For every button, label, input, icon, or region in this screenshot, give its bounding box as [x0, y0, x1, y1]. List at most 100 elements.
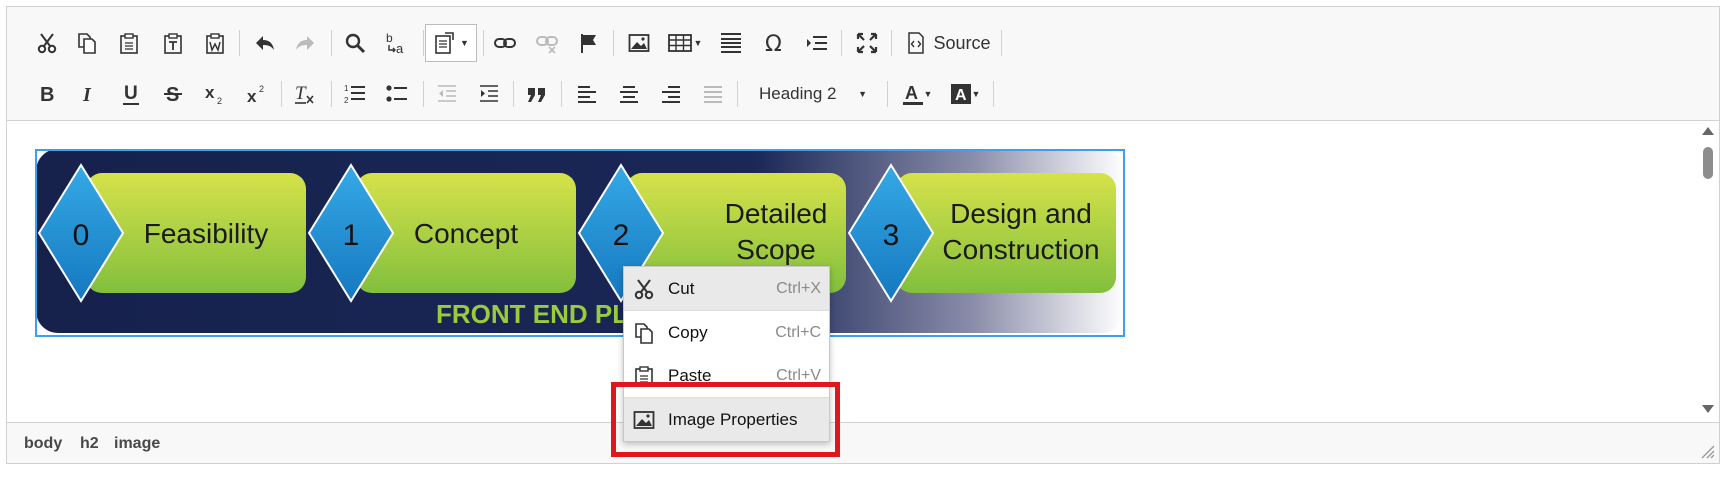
path-item-image[interactable]: image: [114, 435, 160, 453]
align-justify-icon: [704, 86, 722, 103]
align-left-button[interactable]: [569, 76, 605, 112]
copy-button[interactable]: [69, 25, 105, 61]
subscript-icon: x2: [205, 83, 222, 105]
svg-text:a: a: [396, 41, 404, 55]
maximize-icon: [856, 32, 878, 54]
format-dropdown[interactable]: Heading 2 ▼: [747, 76, 877, 112]
page-break-icon: [807, 36, 827, 50]
bulleted-list-icon: [386, 85, 407, 102]
toolbar-separator: [423, 81, 424, 107]
templates-dropdown-button[interactable]: ▼: [425, 24, 477, 62]
omega-icon: Ω: [765, 32, 782, 55]
superscript-button[interactable]: x2: [239, 76, 275, 112]
vertical-scrollbar[interactable]: [1697, 121, 1719, 421]
scroll-down-arrow-icon[interactable]: [1702, 405, 1714, 413]
template-icon: [435, 32, 454, 54]
source-icon: [908, 32, 925, 54]
bold-button[interactable]: B: [29, 76, 65, 112]
special-char-button[interactable]: Ω: [757, 25, 793, 61]
context-menu-copy[interactable]: Copy Ctrl+C: [624, 310, 829, 354]
link-button[interactable]: [487, 25, 523, 61]
align-left-icon: [578, 86, 596, 103]
undo-icon: [256, 36, 274, 50]
paste-button[interactable]: [111, 25, 147, 61]
svg-text:Ω: Ω: [765, 32, 782, 55]
bulleted-list-button[interactable]: [379, 76, 415, 112]
image-button[interactable]: [621, 25, 657, 61]
svg-text:U: U: [124, 83, 138, 104]
context-menu-copy-shortcut: Ctrl+C: [775, 323, 821, 341]
source-label: Source: [933, 32, 991, 53]
svg-text:B: B: [40, 84, 54, 105]
indent-button[interactable]: [471, 76, 507, 112]
svg-text:2: 2: [344, 96, 349, 105]
align-right-icon: [662, 86, 680, 103]
flag-icon: [581, 34, 596, 53]
path-item-h2[interactable]: h2: [80, 435, 99, 453]
highlight-annotation-box: [611, 382, 840, 457]
strikethrough-icon: S: [164, 84, 182, 105]
editor-toolbar: ba ▼ ▼ Ω Source B I U S x 2 x 2 T 1 2 He…: [7, 7, 1719, 121]
blockquote-button[interactable]: [519, 76, 555, 112]
subscript-button[interactable]: x2: [197, 76, 233, 112]
horizontal-rule-button[interactable]: [713, 25, 749, 61]
toolbar-separator: [561, 81, 562, 107]
paste-word-button[interactable]: [197, 25, 233, 61]
replace-icon: ba: [386, 31, 404, 55]
toolbar-separator: [993, 81, 994, 107]
maximize-button[interactable]: [849, 25, 885, 61]
svg-text:x: x: [205, 83, 215, 102]
scrollbar-thumb[interactable]: [1703, 147, 1713, 179]
quote-icon: [528, 88, 545, 102]
toolbar-separator: [513, 81, 514, 107]
scroll-up-arrow-icon[interactable]: [1702, 127, 1714, 135]
unlink-button[interactable]: [529, 25, 565, 61]
svg-text:1: 1: [344, 84, 349, 93]
link-icon: [494, 38, 516, 48]
align-right-button[interactable]: [653, 76, 689, 112]
image-icon: [628, 34, 650, 52]
table-button[interactable]: ▼: [663, 25, 707, 61]
toolbar-separator: [1001, 30, 1002, 56]
underline-button[interactable]: U: [113, 76, 149, 112]
path-item-body[interactable]: body: [24, 435, 62, 453]
align-center-button[interactable]: [611, 76, 647, 112]
paste-text-icon: [164, 33, 182, 54]
horizontal-rule-icon: [721, 33, 741, 53]
toolbar-separator: [281, 81, 282, 107]
underline-icon: U: [123, 83, 139, 105]
remove-format-button[interactable]: T: [287, 76, 323, 112]
align-justify-button[interactable]: [695, 76, 731, 112]
undo-button[interactable]: [247, 25, 283, 61]
context-menu-cut[interactable]: Cut Ctrl+X: [624, 267, 829, 310]
paste-text-button[interactable]: [155, 25, 191, 61]
resize-grip-icon[interactable]: [1701, 445, 1715, 459]
indent-icon: [480, 85, 498, 102]
source-button[interactable]: Source: [897, 25, 1001, 61]
chevron-down-icon: ▼: [858, 89, 867, 99]
redo-button[interactable]: [287, 25, 323, 61]
toolbar-separator: [331, 81, 332, 107]
strikethrough-button[interactable]: S: [155, 76, 191, 112]
background-color-icon: A: [950, 84, 971, 104]
background-color-button[interactable]: A ▼: [943, 76, 987, 112]
text-color-icon: A: [902, 83, 923, 105]
svg-text:T: T: [295, 83, 307, 104]
find-button[interactable]: [337, 25, 373, 61]
chevron-down-icon: ▼: [971, 89, 981, 99]
paste-icon: [120, 33, 138, 54]
italic-button[interactable]: I: [69, 76, 105, 112]
copy-icon: [635, 323, 653, 344]
numbered-list-button[interactable]: 12: [337, 76, 373, 112]
unlink-icon: [536, 36, 558, 54]
replace-button[interactable]: ba: [379, 25, 415, 61]
page-break-button[interactable]: [799, 25, 835, 61]
outdent-button[interactable]: [429, 76, 465, 112]
text-color-button[interactable]: A ▼: [895, 76, 939, 112]
italic-icon: I: [82, 84, 92, 105]
cut-button[interactable]: [29, 25, 65, 61]
redo-icon: [296, 36, 314, 50]
context-menu-cut-label: Cut: [668, 278, 695, 298]
svg-text:A: A: [955, 87, 967, 104]
anchor-button[interactable]: [571, 25, 607, 61]
